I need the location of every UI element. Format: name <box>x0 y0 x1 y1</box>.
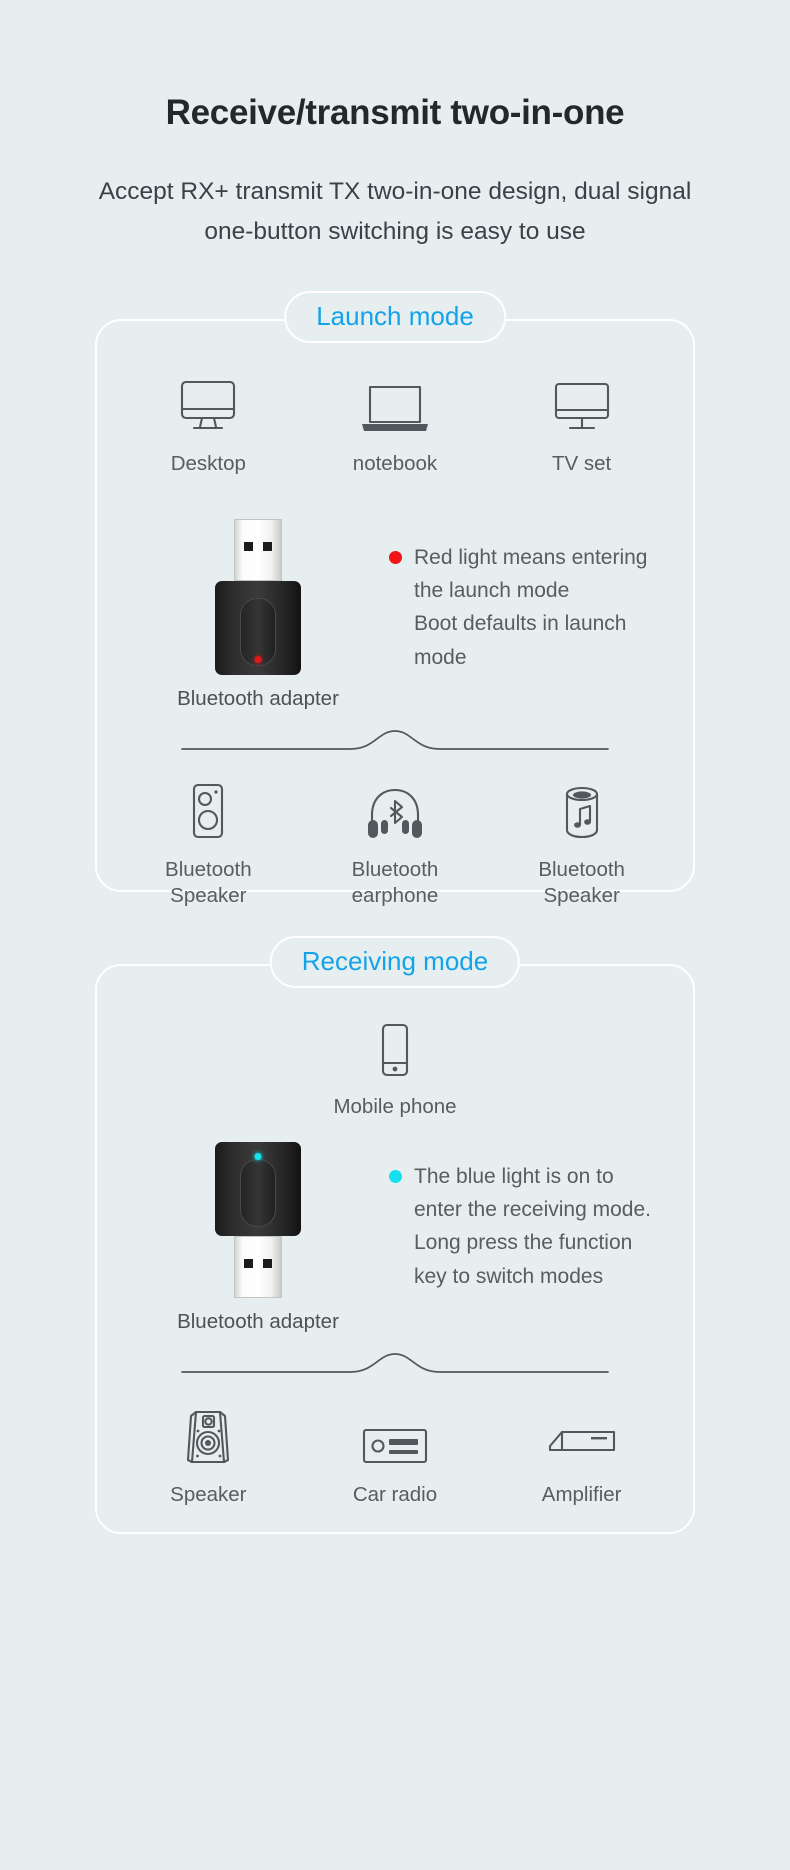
output-label-line2: Speaker <box>170 883 247 907</box>
output-label: Bluetooth Speaker <box>120 857 296 908</box>
bluetooth-cylinder-speaker-icon <box>494 781 670 843</box>
note-text: Boot defaults in launch <box>414 612 627 636</box>
output-label-line2: earphone <box>351 883 439 907</box>
adapter-body <box>215 1142 301 1236</box>
output-label-line1: Bluetooth <box>165 858 252 881</box>
product-infographic-page: { "header": { "title": "Receive/transmit… <box>0 0 790 1870</box>
source-item-notebook: notebook <box>307 375 483 477</box>
output-item-bluetooth-cylinder-speaker: Bluetooth Speaker <box>494 781 670 908</box>
receive-output-device-row: Speaker Car radio Amplifier <box>97 1406 693 1508</box>
bluetooth-box-speaker-icon <box>120 781 296 843</box>
laptop-icon <box>307 375 483 437</box>
output-item-car-radio: Car radio <box>307 1406 483 1508</box>
blue-led-indicator <box>254 1153 262 1160</box>
launch-mode-badge: Launch mode <box>284 291 506 344</box>
red-bullet-icon <box>389 551 402 564</box>
note-line: the launch mode <box>389 574 657 607</box>
page-subtitle: Accept RX+ transmit TX two-in-one design… <box>70 172 720 251</box>
output-label: Bluetooth earphone <box>307 857 483 908</box>
launch-brace-divider <box>97 727 693 753</box>
launch-notes: Red light means entering the launch mode… <box>383 519 657 674</box>
note-line: key to switch modes <box>389 1260 657 1293</box>
launch-mode-panel: Launch mode Desktop notebook TV set Blue… <box>95 291 695 907</box>
usb-plug <box>234 519 282 581</box>
bluetooth-headphone-icon <box>307 781 483 843</box>
receive-source-device-row: Mobile phone <box>97 1018 693 1120</box>
output-label: Speaker <box>170 1483 247 1506</box>
tv-icon <box>494 375 670 437</box>
mobile-phone-icon <box>115 1018 675 1080</box>
note-line: Red light means entering <box>389 541 657 574</box>
output-label: Amplifier <box>541 1483 622 1506</box>
adapter-button <box>240 1159 276 1227</box>
red-led-indicator <box>254 656 262 663</box>
note-text: The blue light is on to <box>414 1165 614 1188</box>
output-label: Car radio <box>352 1483 438 1506</box>
output-label-line1: Bluetooth <box>351 858 439 881</box>
receive-notes: The blue light is on to enter the receiv… <box>383 1142 657 1293</box>
source-item-mobile-phone: Mobile phone <box>115 1018 675 1120</box>
subtitle-line-1: Accept RX+ transmit TX two-in-one design… <box>98 178 692 205</box>
desktop-monitor-icon <box>120 375 296 437</box>
note-text: the launch mode <box>414 579 570 603</box>
receiving-mode-badge: Receiving mode <box>269 936 521 989</box>
bluetooth-adapter-icon <box>215 1142 301 1298</box>
subtitle-line-2: one-button switching is easy to use <box>204 217 586 245</box>
source-label: notebook <box>352 452 438 476</box>
launch-source-device-row: Desktop notebook TV set <box>97 375 693 477</box>
output-item-bluetooth-earphone: Bluetooth earphone <box>307 781 483 908</box>
output-label-line1: Bluetooth <box>538 858 625 881</box>
page-title: Receive/transmit two-in-one <box>165 93 625 132</box>
source-label: TV set <box>552 452 612 476</box>
launch-output-device-row: Bluetooth Speaker Bluetooth earphone Blu… <box>97 781 693 908</box>
blue-bullet-icon <box>389 1170 402 1183</box>
receive-adapter-figure: Bluetooth adapter <box>133 1142 383 1334</box>
note-line: enter the receiving mode. <box>389 1193 657 1226</box>
note-text: enter the receiving mode. <box>414 1198 651 1222</box>
adapter-caption: Bluetooth adapter <box>177 687 339 710</box>
source-label: Desktop <box>170 452 246 476</box>
output-label: Bluetooth Speaker <box>494 857 670 908</box>
output-label-line2: Speaker <box>543 883 620 907</box>
note-line: Long press the function <box>389 1226 657 1259</box>
usb-plug <box>234 1236 282 1298</box>
note-text: Red light means entering <box>414 546 648 569</box>
output-item-bluetooth-speaker: Bluetooth Speaker <box>120 781 296 908</box>
source-item-desktop: Desktop <box>120 375 296 477</box>
amplifier-icon <box>494 1406 670 1468</box>
note-text: Long press the function <box>414 1231 633 1255</box>
bluetooth-adapter-icon <box>215 519 301 675</box>
studio-speaker-icon <box>120 1406 296 1468</box>
output-item-speaker: Speaker <box>120 1406 296 1508</box>
receive-adapter-block: Bluetooth adapter The blue light is on t… <box>97 1142 693 1334</box>
adapter-caption: Bluetooth adapter <box>177 1310 339 1333</box>
launch-adapter-figure: Bluetooth adapter <box>133 519 383 711</box>
note-line: mode <box>389 641 657 674</box>
source-label: Mobile phone <box>333 1095 457 1119</box>
note-text: mode <box>414 645 467 669</box>
source-item-tv: TV set <box>494 375 670 477</box>
receive-brace-divider <box>97 1350 693 1376</box>
note-text: key to switch modes <box>414 1264 604 1288</box>
adapter-body <box>215 581 301 675</box>
note-line: Boot defaults in launch <box>389 607 657 640</box>
note-line: The blue light is on to <box>389 1160 657 1193</box>
receiving-mode-panel: Receiving mode Mobile phone Bluetooth ad… <box>95 936 695 1535</box>
output-item-amplifier: Amplifier <box>494 1406 670 1508</box>
page-header: Receive/transmit two-in-one Accept RX+ t… <box>0 0 790 251</box>
launch-adapter-block: Bluetooth adapter Red light means enteri… <box>97 519 693 711</box>
car-radio-icon <box>307 1406 483 1468</box>
